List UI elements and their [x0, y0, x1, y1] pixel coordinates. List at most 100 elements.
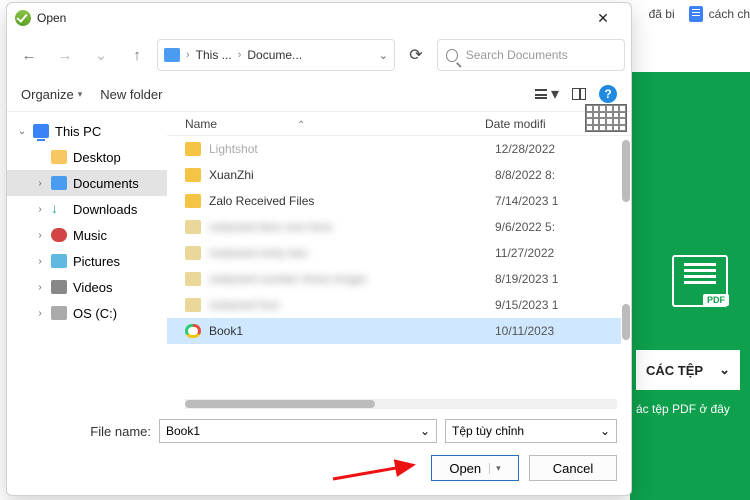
sidebar-item-label: This PC [55, 124, 101, 139]
up-button[interactable]: ↑ [121, 39, 153, 71]
file-row[interactable]: redacted number three longer8/19/2023 1 [167, 266, 631, 292]
view-mode-button[interactable]: ▾ [535, 82, 559, 106]
search-input[interactable] [466, 48, 616, 62]
file-row[interactable]: Zalo Received Files7/14/2023 1 [167, 188, 631, 214]
file-name: redacted number three longer [209, 272, 495, 286]
hero-subtext: ác tệp PDF ở đây [636, 402, 740, 416]
file-date: 9/15/2023 1 [495, 298, 558, 312]
sidebar-item-desktop[interactable]: Desktop [7, 144, 167, 170]
breadcrumb-segment[interactable]: Docume... [247, 48, 302, 62]
filename-label: File name: [21, 424, 151, 439]
search-field[interactable] [437, 39, 625, 71]
chevron-right-icon: › [238, 49, 242, 61]
organize-menu[interactable]: Organize▾ [21, 87, 82, 102]
chevron-icon: › [35, 230, 45, 241]
chrome-icon [185, 324, 201, 338]
file-row[interactable]: redacted entry two11/27/2022 [167, 240, 631, 266]
chevron-down-icon[interactable]: ⌄ [420, 424, 430, 438]
back-button[interactable]: ← [13, 39, 45, 71]
folder-icon [185, 194, 201, 208]
sidebar-item-label: Videos [73, 280, 113, 295]
close-button[interactable]: ✕ [583, 10, 623, 27]
breadcrumb-segment[interactable]: This ... [196, 48, 232, 62]
dl-icon: ↓ [51, 202, 67, 216]
sidebar-item-pictures[interactable]: ›Pictures [7, 248, 167, 274]
file-name: Zalo Received Files [209, 194, 495, 208]
cancel-button[interactable]: Cancel [529, 455, 617, 481]
open-file-dialog: Open ✕ ← → ⌄ ↑ › This ... › Docume... ⌄ … [6, 2, 632, 496]
breadcrumb[interactable]: › This ... › Docume... ⌄ [157, 39, 395, 71]
folder-icon [185, 220, 201, 234]
pane-icon [572, 88, 586, 100]
sort-indicator-icon: ⌃ [297, 120, 305, 131]
help-button[interactable]: ? [599, 85, 617, 103]
filename-input[interactable]: Book1⌄ [159, 419, 437, 443]
dialog-title: Open [37, 11, 583, 25]
chevron-down-icon[interactable]: ▾ [489, 463, 501, 474]
file-row[interactable]: Book110/11/2023 [167, 318, 631, 344]
music-icon [51, 228, 67, 242]
folder-icon [185, 298, 201, 312]
sidebar: ⌄This PCDesktop›Documents›↓Downloads›Mus… [7, 112, 167, 409]
sidebar-item-downloads[interactable]: ›↓Downloads [7, 196, 167, 222]
vertical-scrollbar[interactable] [621, 136, 631, 395]
file-date: 7/14/2023 1 [495, 194, 558, 208]
file-name: redacted four [209, 298, 495, 312]
folder-icon [185, 168, 201, 182]
chevron-icon: › [35, 256, 45, 267]
chevron-down-icon[interactable]: ⌄ [379, 49, 388, 62]
file-row[interactable]: redacted four9/15/2023 1 [167, 292, 631, 318]
vid-icon [51, 280, 67, 294]
search-icon [446, 49, 458, 62]
file-name: Book1 [209, 324, 495, 338]
sidebar-item-os-c-[interactable]: › OS (C:) [7, 300, 167, 326]
file-date: 10/11/2023 [495, 324, 554, 338]
sidebar-item-documents[interactable]: ›Documents [7, 170, 167, 196]
chevron-down-icon: ▾ [78, 89, 83, 100]
sidebar-item-label: Documents [73, 176, 139, 191]
chevron-icon: › [35, 204, 45, 215]
chevron-down-icon[interactable]: ⌄ [85, 39, 117, 71]
file-date: 8/19/2023 1 [495, 272, 558, 286]
browser-tab[interactable]: cách ch [689, 6, 750, 22]
chevron-down-icon: ⌄ [719, 362, 730, 378]
chevron-icon: ⌄ [17, 126, 27, 137]
sidebar-item-label: OS (C:) [73, 306, 117, 321]
horizontal-scrollbar[interactable] [185, 399, 617, 409]
preview-pane-button[interactable] [567, 82, 591, 106]
sidebar-item-music[interactable]: › Music [7, 222, 167, 248]
select-files-button[interactable]: CÁC TỆP⌄ [636, 350, 740, 390]
refresh-button[interactable]: ⟳ [399, 45, 433, 65]
doc-icon [51, 176, 67, 190]
file-date: 9/6/2022 5: [495, 220, 555, 234]
sidebar-item-label: Music [73, 228, 107, 243]
file-date: 8/8/2022 8: [495, 168, 555, 182]
chevron-icon: › [35, 308, 45, 319]
file-row[interactable]: Lightshot12/28/2022 [167, 136, 631, 162]
app-icon [15, 10, 31, 26]
forward-button[interactable]: → [49, 39, 81, 71]
sidebar-item-this-pc[interactable]: ⌄ This PC [7, 118, 167, 144]
chevron-down-icon[interactable]: ⌄ [600, 424, 610, 438]
filetype-select[interactable]: Tệp tùy chỉnh⌄ [445, 419, 617, 443]
pc-icon [33, 124, 49, 138]
calendar-icon[interactable] [585, 104, 627, 132]
chevron-down-icon: ▾ [551, 84, 559, 104]
sidebar-item-videos[interactable]: › Videos [7, 274, 167, 300]
file-list: Lightshot12/28/2022XuanZhi8/8/2022 8:Zal… [167, 136, 631, 409]
file-pane: Name ⌃ Date modifi Lightshot12/28/2022Xu… [167, 112, 631, 409]
list-icon [535, 89, 547, 99]
file-name: XuanZhi [209, 168, 495, 182]
file-name: redacted item one here [209, 220, 495, 234]
open-button[interactable]: Open▾ [431, 455, 519, 481]
chevron-icon: › [35, 282, 45, 293]
column-header-name[interactable]: Name ⌃ [185, 117, 485, 131]
file-row[interactable]: redacted item one here9/6/2022 5: [167, 214, 631, 240]
file-row[interactable]: XuanZhi8/8/2022 8: [167, 162, 631, 188]
pdf-icon: PDF [672, 255, 728, 307]
browser-tab[interactable]: đã bi [649, 7, 675, 21]
document-icon [689, 6, 703, 22]
file-name: redacted entry two [209, 246, 495, 260]
location-icon [164, 48, 180, 62]
new-folder-button[interactable]: New folder [100, 87, 162, 102]
